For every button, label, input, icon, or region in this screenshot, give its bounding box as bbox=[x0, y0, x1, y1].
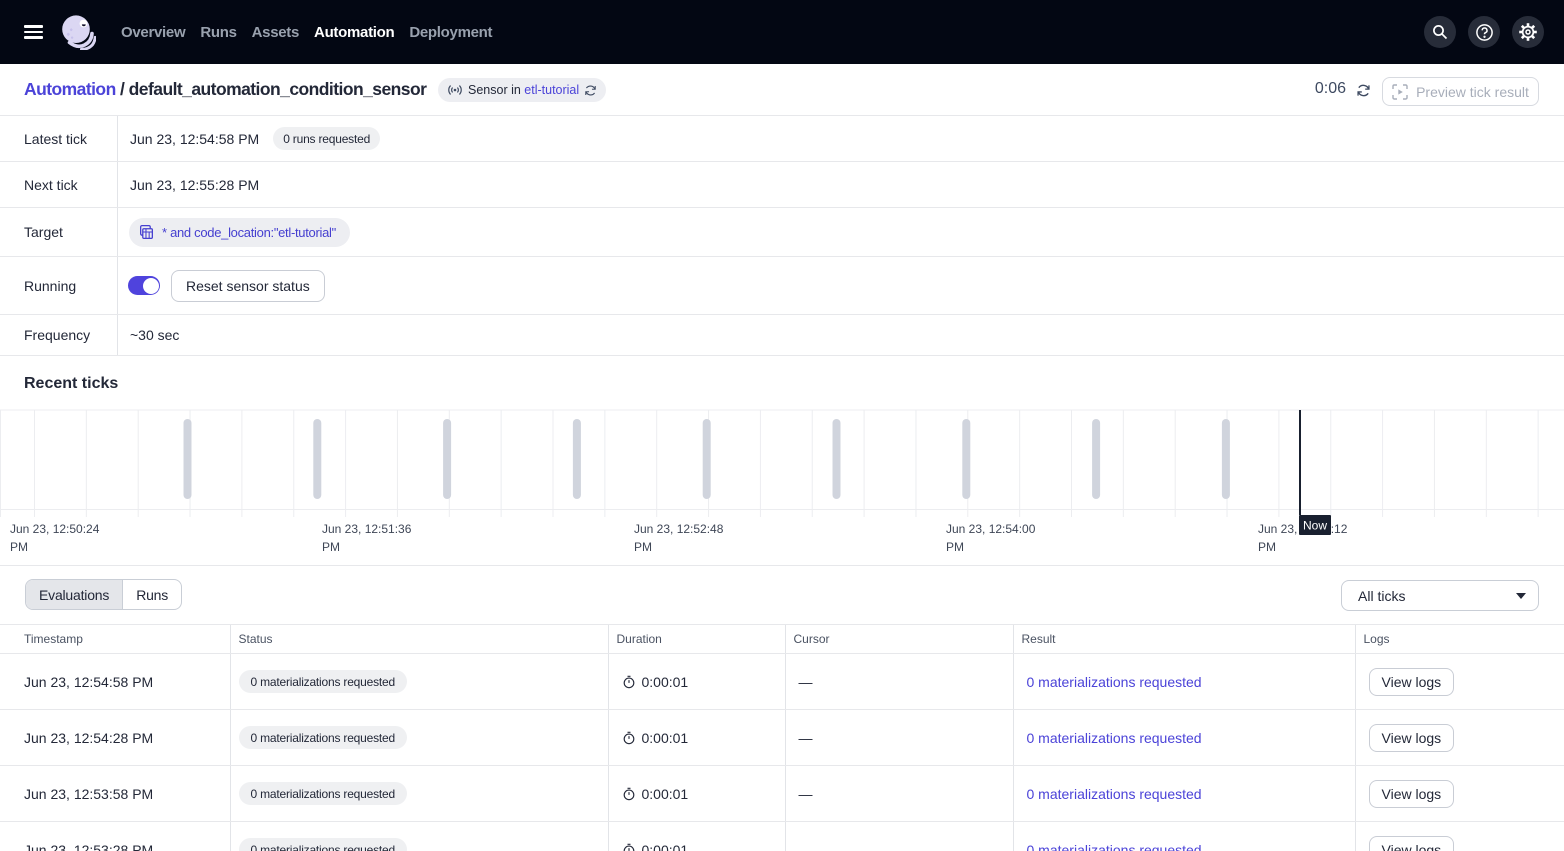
svg-text:PM: PM bbox=[10, 540, 28, 554]
svg-text:PM: PM bbox=[634, 540, 652, 554]
svg-text:PM: PM bbox=[1258, 540, 1276, 554]
svg-text:Now: Now bbox=[1303, 519, 1327, 533]
svg-text:Jun 23, 12:54:00: Jun 23, 12:54:00 bbox=[946, 522, 1036, 536]
svg-text:PM: PM bbox=[946, 540, 964, 554]
svg-text:Jun 23, 12:52:48: Jun 23, 12:52:48 bbox=[634, 522, 724, 536]
svg-text:Jun 23, 12:51:36: Jun 23, 12:51:36 bbox=[322, 522, 412, 536]
svg-text:PM: PM bbox=[322, 540, 340, 554]
svg-text:Jun 23, 12:50:24: Jun 23, 12:50:24 bbox=[10, 522, 100, 536]
